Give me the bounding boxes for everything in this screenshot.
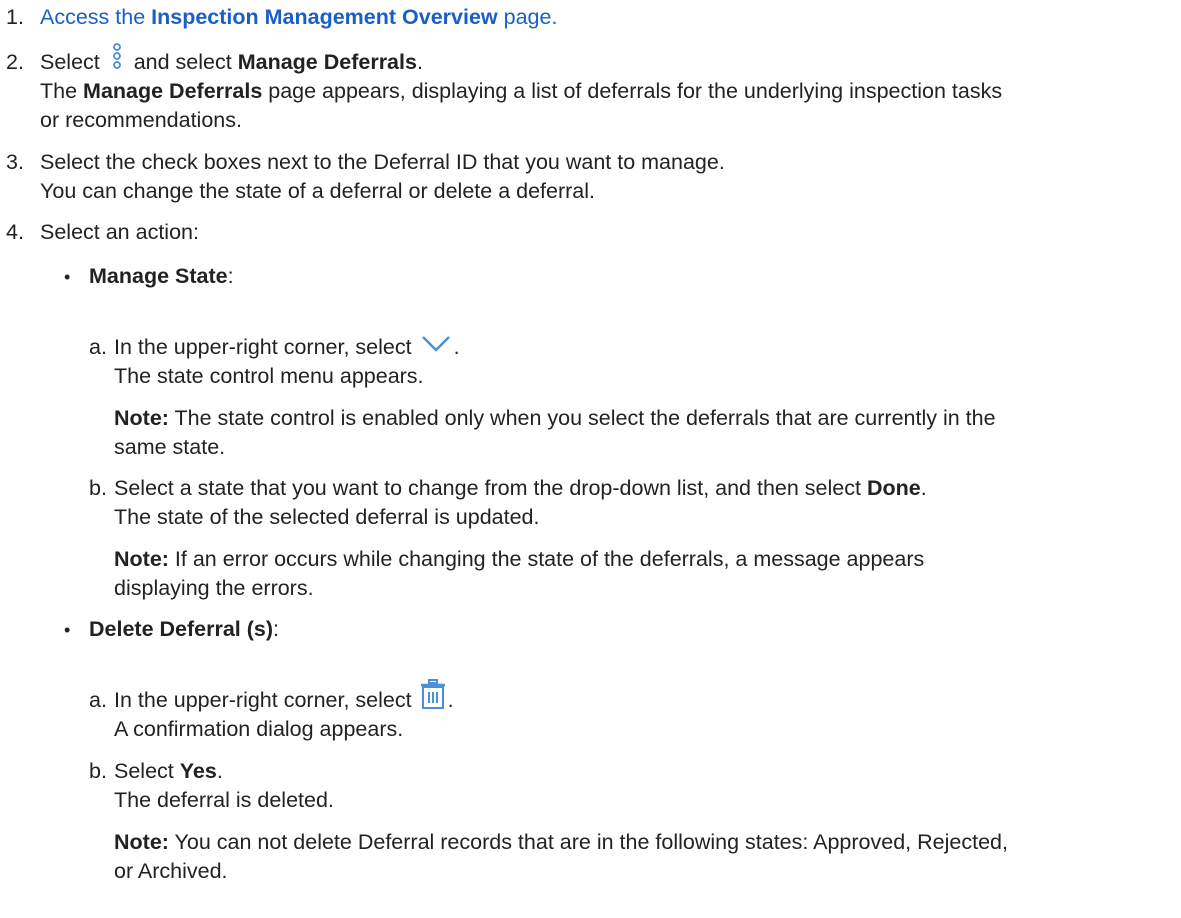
step-2-text: . — [416, 50, 423, 74]
step-2-text: Select — [40, 50, 106, 74]
delete-deferral-step-a-result: A confirmation dialog appears. — [114, 717, 404, 741]
step-text: . — [447, 688, 454, 712]
step-4: Select an action: — [40, 220, 199, 244]
note-label: Note: — [114, 547, 169, 571]
manage-state-step-b-result: The state of the selected deferral is up… — [114, 505, 540, 529]
substep-label: a. — [89, 335, 107, 359]
done-label: Done — [866, 476, 921, 500]
manage-deferrals-label: Manage Deferrals — [83, 79, 263, 103]
step-3-result: You can change the state of a deferral o… — [40, 179, 596, 203]
inspection-management-overview-link[interactable]: Inspection Management Overview — [151, 5, 498, 29]
manage-deferrals-label: Manage Deferrals — [237, 50, 417, 74]
note-text: You can not delete Deferral records that… — [168, 830, 1008, 854]
step-1-page-text[interactable]: page. — [498, 5, 558, 29]
step-3-number: 3. — [6, 150, 24, 174]
step-1-access-text[interactable]: Access the — [40, 5, 151, 29]
step-2-result-text: The — [40, 79, 84, 103]
step-2-result-text: page appears, displaying a list of defer… — [262, 79, 1003, 103]
step-text: . — [216, 759, 223, 783]
delete-deferral-note: Note: You can not delete Deferral record… — [114, 828, 1008, 857]
yes-label: Yes — [179, 759, 217, 783]
manage-state-step-a: In the upper-right corner, select . — [114, 333, 460, 362]
note-text: If an error occurs while changing the st… — [168, 547, 925, 571]
manage-state-heading: Manage State: — [89, 262, 234, 291]
step-3: Select the check boxes next to the Defer… — [40, 150, 725, 174]
step-2-text: and select — [127, 50, 238, 74]
delete-deferral-note-cont: or Archived. — [114, 859, 228, 883]
step-2: Select and select Manage Deferrals. — [40, 43, 423, 77]
manage-state-note-1: Note: The state control is enabled only … — [114, 404, 996, 433]
manage-state-note-2: Note: If an error occurs while changing … — [114, 545, 924, 574]
manage-state-step-a-result: The state control menu appears. — [114, 364, 424, 388]
delete-deferral-title: Delete Deferral (s) — [89, 617, 274, 641]
delete-deferral-step-b-result: The deferral is deleted. — [114, 788, 334, 812]
delete-deferral-step-a: In the upper-right corner, select . — [114, 679, 454, 715]
bullet: • — [64, 267, 71, 287]
step-text: . — [453, 335, 460, 359]
step-text: In the upper-right corner, select — [114, 335, 418, 359]
manage-state-note-2-cont: displaying the errors. — [114, 576, 314, 600]
step-1-number: 1. — [6, 5, 24, 29]
more-vertical-icon — [106, 41, 128, 71]
step-4-number: 4. — [6, 220, 24, 244]
manage-state-title: Manage State — [89, 264, 228, 288]
note-label: Note: — [114, 406, 169, 430]
delete-deferral-heading: Delete Deferral (s): — [89, 615, 279, 644]
step-text: . — [920, 476, 927, 500]
step-1: Access the Inspection Management Overvie… — [40, 3, 557, 32]
trash-icon — [418, 678, 448, 710]
manage-state-step-b: Select a state that you want to change f… — [114, 474, 927, 503]
note-label: Note: — [114, 830, 169, 854]
colon: : — [227, 264, 234, 288]
step-2-number: 2. — [6, 50, 24, 74]
substep-label: b. — [89, 476, 107, 500]
delete-deferral-step-b: Select Yes. — [114, 757, 223, 786]
substep-label: a. — [89, 688, 107, 712]
chevron-down-icon — [418, 331, 454, 355]
procedure-document: 1. Access the Inspection Management Over… — [0, 0, 1181, 918]
bullet: • — [64, 620, 71, 640]
manage-state-note-1-cont: same state. — [114, 435, 226, 459]
step-2-result: The Manage Deferrals page appears, displ… — [40, 77, 1002, 106]
step-text: Select a state that you want to change f… — [114, 476, 867, 500]
step-text: Select — [114, 759, 180, 783]
colon: : — [273, 617, 280, 641]
note-text: The state control is enabled only when y… — [168, 406, 996, 430]
step-text: In the upper-right corner, select — [114, 688, 418, 712]
substep-label: b. — [89, 759, 107, 783]
step-2-result-cont: or recommendations. — [40, 108, 242, 132]
